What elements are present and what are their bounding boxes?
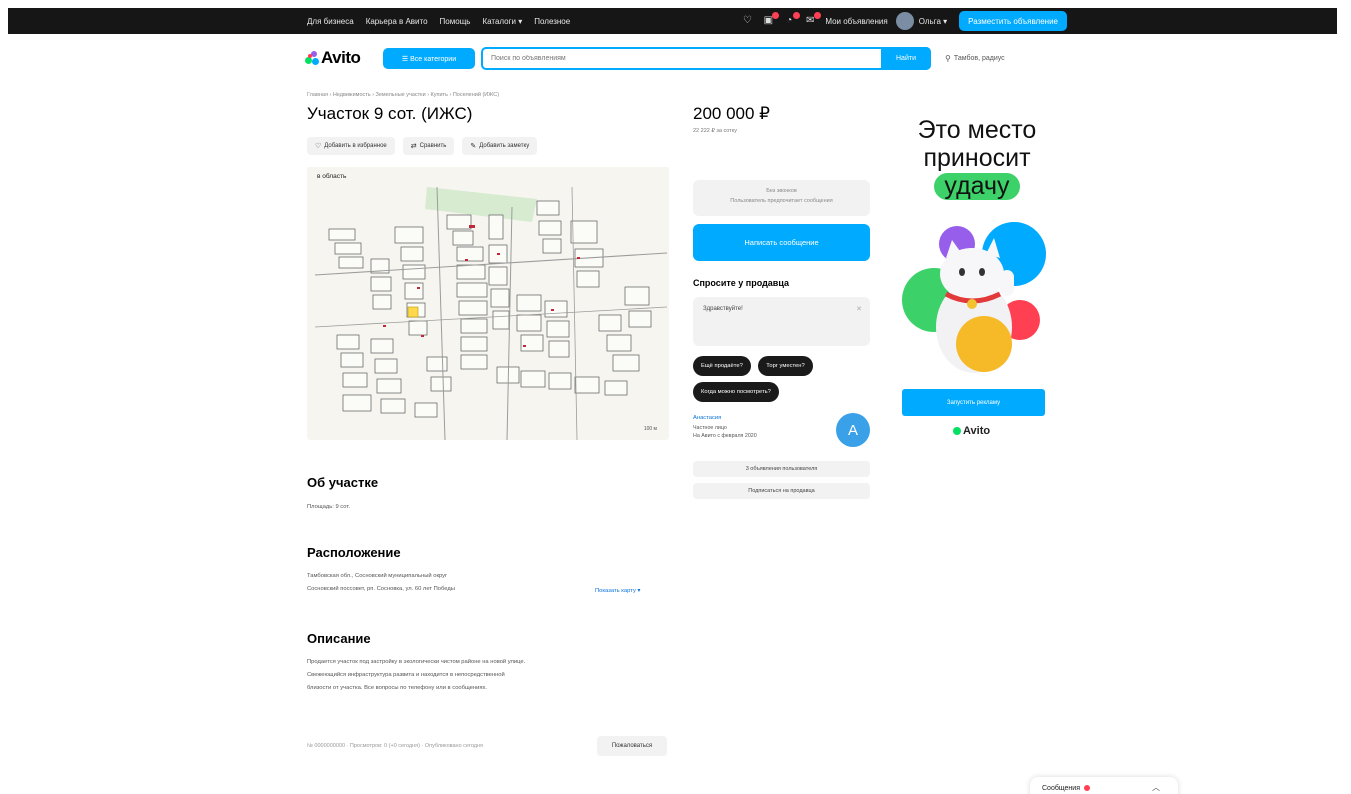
plot-map-image[interactable]: в область 100 м xyxy=(307,167,669,440)
map-label: в область xyxy=(317,173,347,180)
location-heading: Расположение xyxy=(307,545,401,560)
search-button[interactable]: Найти xyxy=(881,47,931,70)
logo-text: Avito xyxy=(321,48,361,67)
unread-badge xyxy=(1084,785,1090,791)
breadcrumb[interactable]: Главная › Недвижимость › Земельные участ… xyxy=(307,92,499,98)
clear-icon[interactable]: ✕ xyxy=(856,305,862,313)
notification-badge xyxy=(772,12,780,19)
show-map-link[interactable]: Показать карту ▾ xyxy=(595,588,640,594)
write-message-button[interactable]: Написать сообщение xyxy=(693,224,870,261)
note-icon: ✎ xyxy=(470,143,477,150)
seller-since: На Авито с февраля 2020 xyxy=(693,433,757,439)
about-heading: Об участке xyxy=(307,475,379,490)
plot-area: Площадь: 9 сот. xyxy=(307,504,350,510)
quick-questions: Ещё продаёте? Торг уместен? Когда можно … xyxy=(693,354,873,406)
quick-question-chip[interactable]: Ещё продаёте? xyxy=(693,356,751,376)
ad-line-2: приносит xyxy=(923,144,1031,172)
notification-badge xyxy=(793,12,801,19)
cart-icon[interactable]: ▣ xyxy=(762,12,780,27)
nav-link-business[interactable]: Для бизнеса xyxy=(307,17,354,26)
description-heading: Описание xyxy=(307,631,371,646)
logo-dots-icon xyxy=(305,51,319,65)
cadastral-map xyxy=(307,167,669,440)
listing-actions: ♡ Добавить в избранное ⇄ Сравнить ✎ Доба… xyxy=(307,137,545,155)
description-line: Свежеющийся инфраструктура развита и нах… xyxy=(307,672,505,678)
map-scale: 100 м xyxy=(643,426,657,432)
ad-banner-headline[interactable]: Это место приносит удачу xyxy=(902,116,1052,200)
nav-link-useful[interactable]: Полезное xyxy=(534,17,570,26)
location-label: Тамбов, радиус xyxy=(953,55,1005,62)
nav-link-catalogs[interactable]: Каталоги ▾ xyxy=(482,17,522,26)
add-note-label: Добавить заметку xyxy=(479,143,530,149)
top-nav-inner: Для бизнеса Карьера в Авито Помощь Катал… xyxy=(307,8,1067,34)
notification-badge xyxy=(814,12,822,19)
top-nav-right: ♡ ▣ ◔ ✉ Мои объявления Ольга ▾ Разместит… xyxy=(741,8,1067,34)
nav-link-help[interactable]: Помощь xyxy=(440,17,471,26)
quick-question-chip[interactable]: Когда можно посмотреть? xyxy=(693,382,779,402)
page-title: Участок 9 сот. (ИЖС) xyxy=(307,104,473,123)
all-categories-button[interactable]: ☰ Все категории xyxy=(383,48,475,69)
no-calls-label: Без звонков xyxy=(766,188,797,194)
post-ad-button[interactable]: Разместить объявление xyxy=(959,11,1067,31)
add-note-button[interactable]: ✎ Добавить заметку xyxy=(462,137,538,155)
prefers-messages-label: Пользователь предпочитает сообщения xyxy=(730,198,833,204)
compare-icon: ⇄ xyxy=(410,143,417,150)
ask-seller-heading: Спросите у продавца xyxy=(693,278,789,288)
seller-other-ads-button[interactable]: 3 объявления пользователя xyxy=(693,461,870,477)
nav-link-career[interactable]: Карьера в Авито xyxy=(366,17,428,26)
seller-type: Частное лицо xyxy=(693,425,727,431)
chevron-up-icon[interactable]: ︿ xyxy=(1152,782,1160,793)
avito-logo[interactable]: Avito xyxy=(305,48,361,68)
ad-logo-text: Avito xyxy=(963,425,991,437)
compare-label: Сравнить xyxy=(419,143,447,149)
description-line: Продается участок под застройку в эколог… xyxy=(307,659,526,665)
messenger-widget[interactable]: Сообщения ︿ xyxy=(1030,777,1178,794)
location-pin-icon: ⚲ xyxy=(945,54,951,63)
messages-icon[interactable]: ✉ xyxy=(804,12,822,27)
logo-dot-icon xyxy=(953,427,961,435)
heart-icon[interactable]: ♡ xyxy=(741,15,753,27)
search-input[interactable] xyxy=(491,49,871,68)
bell-icon[interactable]: ◔ xyxy=(783,12,801,27)
location-selector[interactable]: ⚲ Тамбов, радиус xyxy=(945,54,1005,63)
user-menu[interactable]: Ольга ▾ xyxy=(919,17,947,26)
seller-info: Анастасия Частное лицо На Авито с феврал… xyxy=(693,415,757,440)
description-line: близости от участка. Все вопросы по теле… xyxy=(307,685,487,691)
listing-meta: № 0000000000 · Просмотров: 0 (+0 сегодня… xyxy=(307,743,484,749)
complaint-button[interactable]: Пожаловаться xyxy=(597,736,667,756)
lucky-cat-illustration xyxy=(902,222,1046,373)
compare-button[interactable]: ⇄ Сравнить xyxy=(402,137,455,155)
ask-seller-field[interactable]: Здравствуйте! ✕ xyxy=(693,297,870,346)
address-line-2: Сосновский поссовет, рп. Сосновка, ул. 6… xyxy=(307,586,455,592)
price: 200 000 ₽ xyxy=(693,104,770,123)
messenger-label: Сообщения xyxy=(1042,784,1080,792)
no-calls-box: Без звонков Пользователь предпочитает со… xyxy=(693,180,870,216)
seller-avatar[interactable]: А xyxy=(836,413,870,447)
top-navigation-bar: Для бизнеса Карьера в Авито Помощь Катал… xyxy=(8,8,1337,34)
subscribe-seller-button[interactable]: Подписаться на продавца xyxy=(693,483,870,499)
add-to-favorites-button[interactable]: ♡ Добавить в избранное xyxy=(307,137,395,155)
ask-seller-text: Здравствуйте! xyxy=(703,306,743,312)
heart-icon: ♡ xyxy=(315,143,322,150)
ad-line-3: удачу xyxy=(934,173,1020,200)
ad-line-1: Это место xyxy=(917,116,1037,144)
quick-question-chip[interactable]: Торг уместен? xyxy=(758,356,813,376)
avatar[interactable] xyxy=(895,12,914,30)
address-line-1: Тамбовская обл., Сосновский муниципальны… xyxy=(307,573,448,579)
add-to-favorites-label: Добавить в избранное xyxy=(324,143,387,149)
my-ads-link[interactable]: Мои объявления xyxy=(825,17,887,26)
price-per-unit: 22 222 ₽ за сотку xyxy=(693,128,737,134)
search-box: Найти xyxy=(481,47,931,70)
launch-ad-button[interactable]: Запустить рекламу xyxy=(902,389,1045,416)
ad-avito-logo: Avito xyxy=(953,425,990,437)
seller-name[interactable]: Анастасия xyxy=(693,415,757,421)
